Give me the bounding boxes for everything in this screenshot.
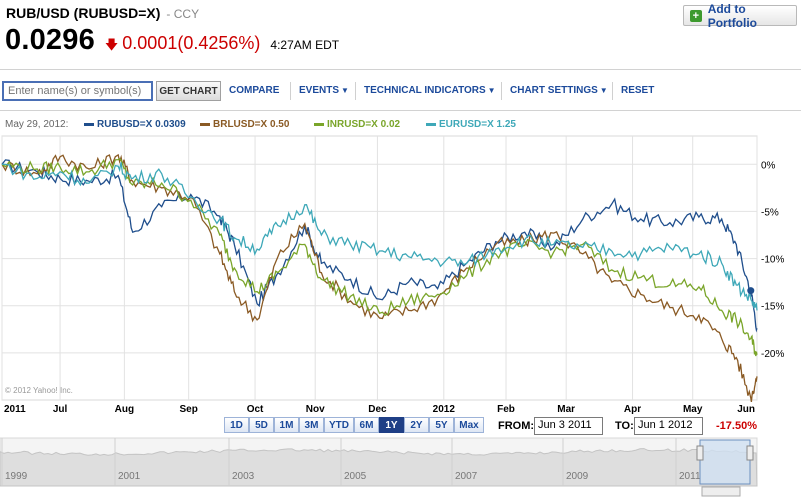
navigator-year-label: 2003 <box>232 471 255 482</box>
legend-item-inrusd: INRUSD=X 0.02 <box>314 119 400 130</box>
legend-swatch <box>84 122 94 126</box>
range-button-1m[interactable]: 1M <box>274 417 299 433</box>
x-tick-label: Oct <box>247 404 264 415</box>
chart-legend: May 29, 2012: RUBUSD=X 0.0309 BRLUSD=X 0… <box>2 115 757 135</box>
legend-label: BRLUSD=X 0.50 <box>213 119 290 130</box>
range-button-5y[interactable]: 5Y <box>429 417 454 433</box>
from-label: FROM: <box>498 420 535 432</box>
to-date-input[interactable]: Jun 1 2012 <box>634 417 703 435</box>
legend-swatch <box>314 122 324 126</box>
legend-swatch <box>426 122 436 126</box>
navigator-scrollbar <box>701 486 741 497</box>
y-tick-label: -20% <box>761 349 784 360</box>
range-button-6m[interactable]: 6M <box>354 417 379 433</box>
legend-label: EURUSD=X 1.25 <box>439 119 516 130</box>
range-button-5d[interactable]: 5D <box>249 417 274 433</box>
legend-swatch <box>200 122 210 126</box>
range-button-3m[interactable]: 3M <box>299 417 324 433</box>
navigator-year-label: 2011 <box>679 471 701 482</box>
series-marker-rubusd <box>747 287 755 295</box>
x-tick-label: Jun <box>737 404 755 415</box>
x-tick-label: Aug <box>115 404 134 415</box>
range-button-ytd[interactable]: YTD <box>324 417 354 433</box>
x-tick-label: May <box>683 404 703 415</box>
x-tick-label: 2011 <box>4 404 26 415</box>
from-date-input[interactable]: Jun 3 2011 <box>534 417 603 435</box>
range-button-1d[interactable]: 1D <box>224 417 249 433</box>
navigator-year-label: 1999 <box>5 471 28 482</box>
navigator-window <box>699 439 751 485</box>
x-tick-label: Mar <box>557 404 575 415</box>
y-tick-label: -10% <box>761 255 784 266</box>
y-tick-label: -15% <box>761 302 784 313</box>
navigator-year-label: 2009 <box>566 471 589 482</box>
x-tick-label: Dec <box>368 404 387 415</box>
navigator-year-label: 2001 <box>118 471 141 482</box>
legend-date: May 29, 2012: <box>5 119 69 130</box>
to-label: TO: <box>615 420 634 432</box>
navigator-left-handle <box>696 445 704 461</box>
y-tick-label: -5% <box>761 207 779 218</box>
navigator-year-label: 2007 <box>455 471 478 482</box>
navigator-year-label: 2005 <box>344 471 367 482</box>
y-tick-label: 0% <box>761 160 776 171</box>
period-change: -17.50% <box>716 420 757 432</box>
x-tick-label: Feb <box>497 404 515 415</box>
range-buttons: 1D 5D 1M 3M YTD 6M 1Y 2Y 5Y Max <box>224 417 484 433</box>
plot-area <box>1 135 758 401</box>
x-tick-label: Sep <box>180 404 198 415</box>
x-tick-label: Jul <box>53 404 68 415</box>
navigator-area <box>0 448 758 487</box>
legend-item-rubusd: RUBUSD=X 0.0309 <box>84 119 186 130</box>
x-tick-label: Apr <box>624 404 641 415</box>
copyright-text: © 2012 Yahoo! Inc. <box>5 386 73 395</box>
navigator-right-handle <box>746 445 754 461</box>
legend-label: INRUSD=X 0.02 <box>327 119 401 130</box>
x-tick-label: 2012 <box>433 404 456 415</box>
range-button-max[interactable]: Max <box>454 417 484 433</box>
legend-item-brlusd: BRLUSD=X 0.50 <box>200 119 289 130</box>
legend-label: RUBUSD=X 0.0309 <box>97 119 186 130</box>
x-tick-label: Nov <box>306 404 325 415</box>
legend-item-eurusd: EURUSD=X 1.25 <box>426 119 516 130</box>
range-button-2y[interactable]: 2Y <box>404 417 429 433</box>
range-button-1y[interactable]: 1Y <box>379 417 404 433</box>
